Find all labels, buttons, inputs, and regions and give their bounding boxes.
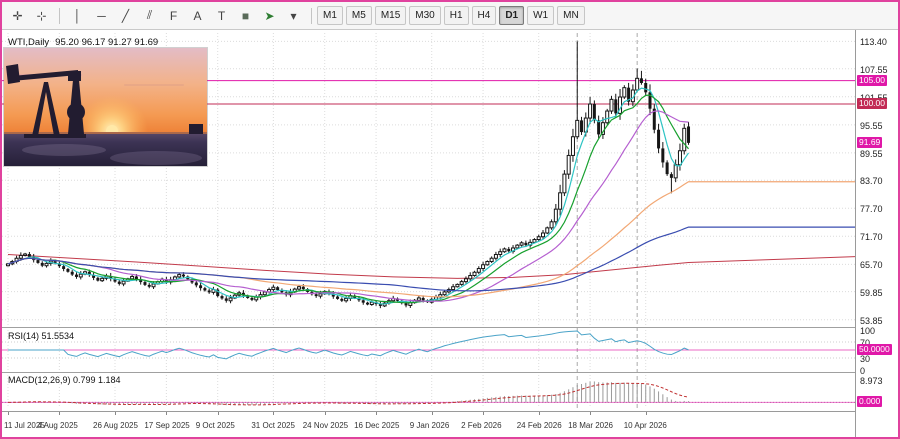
time-axis-tick [376, 412, 377, 415]
price-axis-label: 95.55 [860, 121, 883, 131]
oil-pump-photo-art [4, 48, 207, 166]
rsi-axis-label: 30 [860, 354, 870, 364]
arrows-dropdown[interactable]: ▾ [282, 5, 305, 27]
arrows-tool[interactable]: ➤ [258, 5, 281, 27]
rsi-indicator-label: RSI(14) 51.5534 [8, 331, 74, 341]
mt4-window: ✛⊹ │─╱⫽FAT■➤▾ M1M5M15M30H1H4D1W1MN WTI,Da… [0, 0, 900, 439]
timeframe-toolbar: M1M5M15M30H1H4D1W1MN [317, 6, 587, 25]
time-axis[interactable]: 11 Jul 20254 Aug 202526 Aug 202517 Sep 2… [2, 411, 855, 438]
timeframe-button-m1[interactable]: M1 [317, 6, 343, 25]
time-axis-tick [590, 412, 591, 415]
price-axis-label: 89.55 [860, 149, 883, 159]
timeframe-button-h4[interactable]: H4 [472, 6, 497, 25]
timeframe-button-m30[interactable]: M30 [409, 6, 440, 25]
macd-indicator-label: MACD(12,26,9) 0.799 1.184 [8, 375, 121, 385]
timeframe-button-m15[interactable]: M15 [375, 6, 406, 25]
current-price-badge: 91.69 [857, 137, 882, 148]
time-axis-tick [646, 412, 647, 415]
rsi-axis-label: 0 [860, 366, 865, 376]
price-axis-label: 53.85 [860, 316, 883, 326]
time-axis-tick [273, 412, 274, 415]
price-axis-label: 77.70 [860, 204, 883, 214]
rsi-level-badge: 50.0000 [857, 344, 892, 355]
time-axis-label: 16 Dec 2025 [354, 421, 399, 430]
time-axis-tick [115, 412, 116, 415]
time-axis-label: 24 Feb 2026 [517, 421, 562, 430]
time-axis-tick [166, 412, 167, 415]
toolbar: ✛⊹ │─╱⫽FAT■➤▾ M1M5M15M30H1H4D1W1MN [2, 2, 898, 30]
timeframe-button-h1[interactable]: H1 [444, 6, 469, 25]
toolbar-separator [311, 8, 312, 24]
timeframe-button-m5[interactable]: M5 [346, 6, 372, 25]
crosshair-tool[interactable]: ✛ [6, 5, 29, 27]
time-axis-label: 17 Sep 2025 [144, 421, 189, 430]
time-axis-tick [432, 412, 433, 415]
time-axis-label: 26 Aug 2025 [93, 421, 138, 430]
time-axis-label: 10 Apr 2026 [624, 421, 667, 430]
chart-title: WTI,Daily 95.20 96.17 91.27 91.69 [8, 37, 158, 48]
time-axis-label: 18 Mar 2026 [568, 421, 613, 430]
time-axis-tick [59, 412, 60, 415]
toolbar-separator [59, 8, 60, 24]
price-axis-label: 107.55 [860, 65, 888, 75]
time-axis-label: 31 Oct 2025 [251, 421, 295, 430]
timeframe-button-mn[interactable]: MN [557, 6, 585, 25]
price-axis-label: 83.70 [860, 176, 883, 186]
time-axis-label: 24 Nov 2025 [303, 421, 348, 430]
shapes-tool[interactable]: ■ [234, 5, 257, 27]
time-axis-tick [539, 412, 540, 415]
price-axis-label: 59.85 [860, 288, 883, 298]
time-axis-tick [325, 412, 326, 415]
text-tool[interactable]: A [186, 5, 209, 27]
horizontal-line-tool[interactable]: ─ [90, 5, 113, 27]
chart-ohlc-values: 95.20 96.17 91.27 91.69 [55, 37, 158, 48]
macd-axis-label: 8.973 [860, 376, 883, 386]
label-tool[interactable]: T [210, 5, 233, 27]
time-axis-tick [8, 412, 9, 415]
time-axis-label: 2 Feb 2026 [461, 421, 501, 430]
channel-tool[interactable]: ⫽ [138, 5, 161, 27]
time-axis-tick [483, 412, 484, 415]
oil-pump-photo[interactable] [4, 48, 207, 166]
time-axis-label: 9 Oct 2025 [196, 421, 235, 430]
timeframe-button-w1[interactable]: W1 [527, 6, 554, 25]
trendline-tool[interactable]: ╱ [114, 5, 137, 27]
price-axis-label: 71.70 [860, 232, 883, 242]
chart-symbol-label: WTI,Daily [8, 37, 49, 48]
fibonacci-tool[interactable]: F [162, 5, 185, 27]
vertical-line-tool[interactable]: │ [66, 5, 89, 27]
toolbar-tools: ✛⊹ │─╱⫽FAT■➤▾ [6, 5, 317, 27]
level-badge: 105.00 [857, 75, 887, 86]
time-axis-label: 4 Aug 2025 [37, 421, 77, 430]
rsi-axis-label: 100 [860, 326, 875, 336]
price-axis-label: 113.40 [860, 37, 887, 47]
time-axis-tick [218, 412, 219, 415]
time-axis-label: 9 Jan 2026 [410, 421, 450, 430]
macd-level-badge: 0.000 [857, 396, 882, 407]
level-badge: 100.00 [857, 98, 887, 109]
cursor-tool[interactable]: ⊹ [30, 5, 53, 27]
timeframe-button-d1[interactable]: D1 [499, 6, 524, 25]
price-axis[interactable]: 113.40107.55101.5595.5589.5583.7077.7071… [855, 30, 898, 437]
chart-area[interactable]: WTI,Daily 95.20 96.17 91.27 91.69 [2, 30, 855, 411]
price-axis-label: 65.70 [860, 260, 883, 270]
